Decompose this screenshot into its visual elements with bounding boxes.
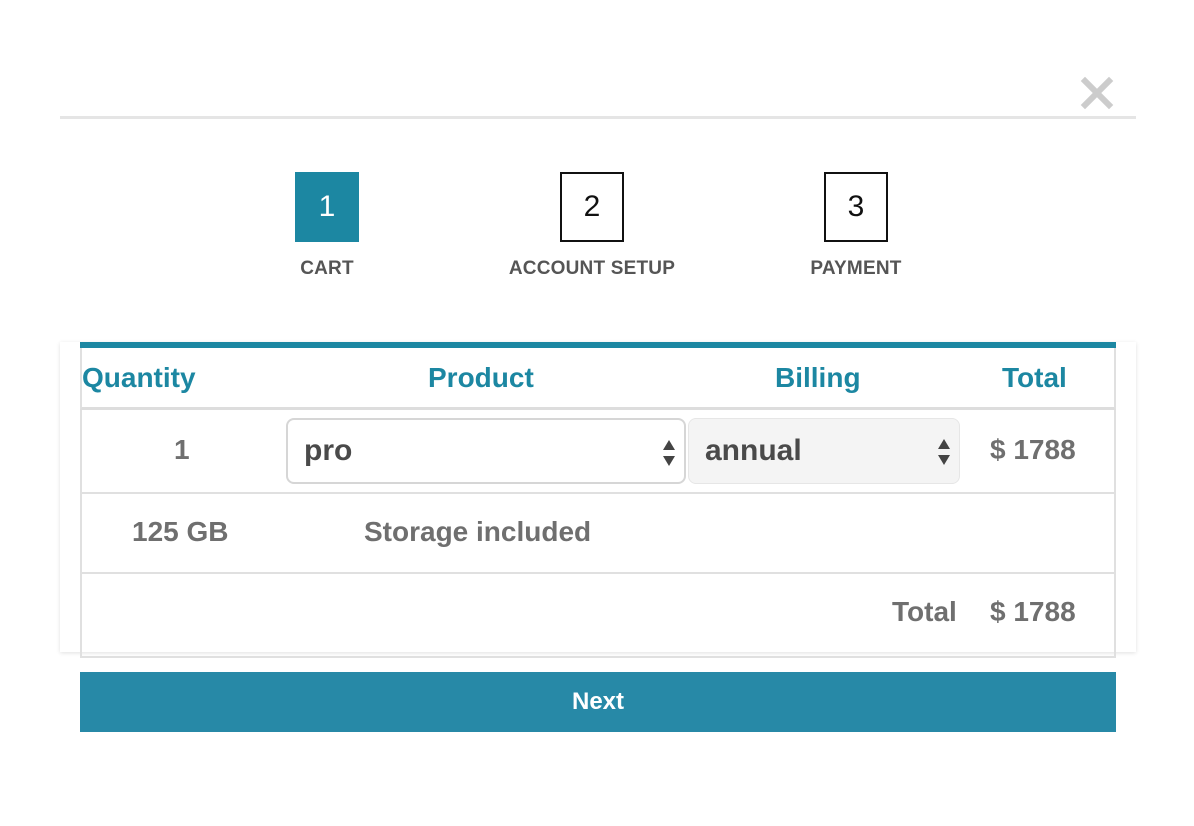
storage-amount: 125 GB [132,516,229,547]
step-number: 2 [560,172,624,242]
header-total: Total [1002,362,1067,393]
step-number: 3 [824,172,888,242]
billing-selected-value: annual [705,434,802,467]
table-header: Quantity Product Billing Total [80,348,1116,410]
step-number: 1 [295,172,359,242]
step-label: PAYMENT [810,258,902,279]
product-selected-value: pro [304,434,353,467]
cart-table: Quantity Product Billing Total 1 pro ann… [80,342,1116,658]
header-product: Product [428,362,534,393]
close-button[interactable] [1078,74,1116,112]
select-arrows-icon [938,439,950,465]
table-row-storage: 125 GB Storage included [80,494,1116,574]
table-row-item: 1 pro annual $ 1788 [80,410,1116,494]
header-quantity: Quantity [82,362,196,393]
total-label: Total [892,596,957,627]
checkout-modal: 1 CART 2 ACCOUNT SETUP 3 PAYMENT Quantit… [0,0,1194,826]
step-label: ACCOUNT SETUP [508,258,676,279]
close-icon[interactable] [1078,74,1116,112]
item-total-value: $ 1788 [990,434,1076,465]
cart-panel: Quantity Product Billing Total 1 pro ann… [60,342,1136,658]
billing-select[interactable]: annual [688,418,960,484]
next-button[interactable]: Next [80,672,1116,732]
table-row-total: Total $ 1788 [80,574,1116,658]
header-divider [60,116,1136,119]
storage-description: Storage included [364,516,592,547]
header-billing: Billing [775,362,861,393]
step-account-setup[interactable]: 2 ACCOUNT SETUP [482,172,702,280]
step-payment[interactable]: 3 PAYMENT [746,172,966,280]
product-select[interactable]: pro [286,418,686,484]
checkout-steps: 1 CART 2 ACCOUNT SETUP 3 PAYMENT [0,172,1194,292]
step-cart[interactable]: 1 CART [217,172,437,280]
grand-total-value: $ 1788 [990,596,1076,627]
step-label: CART [300,258,354,279]
quantity-value: 1 [174,434,190,465]
select-arrows-icon [663,440,675,466]
